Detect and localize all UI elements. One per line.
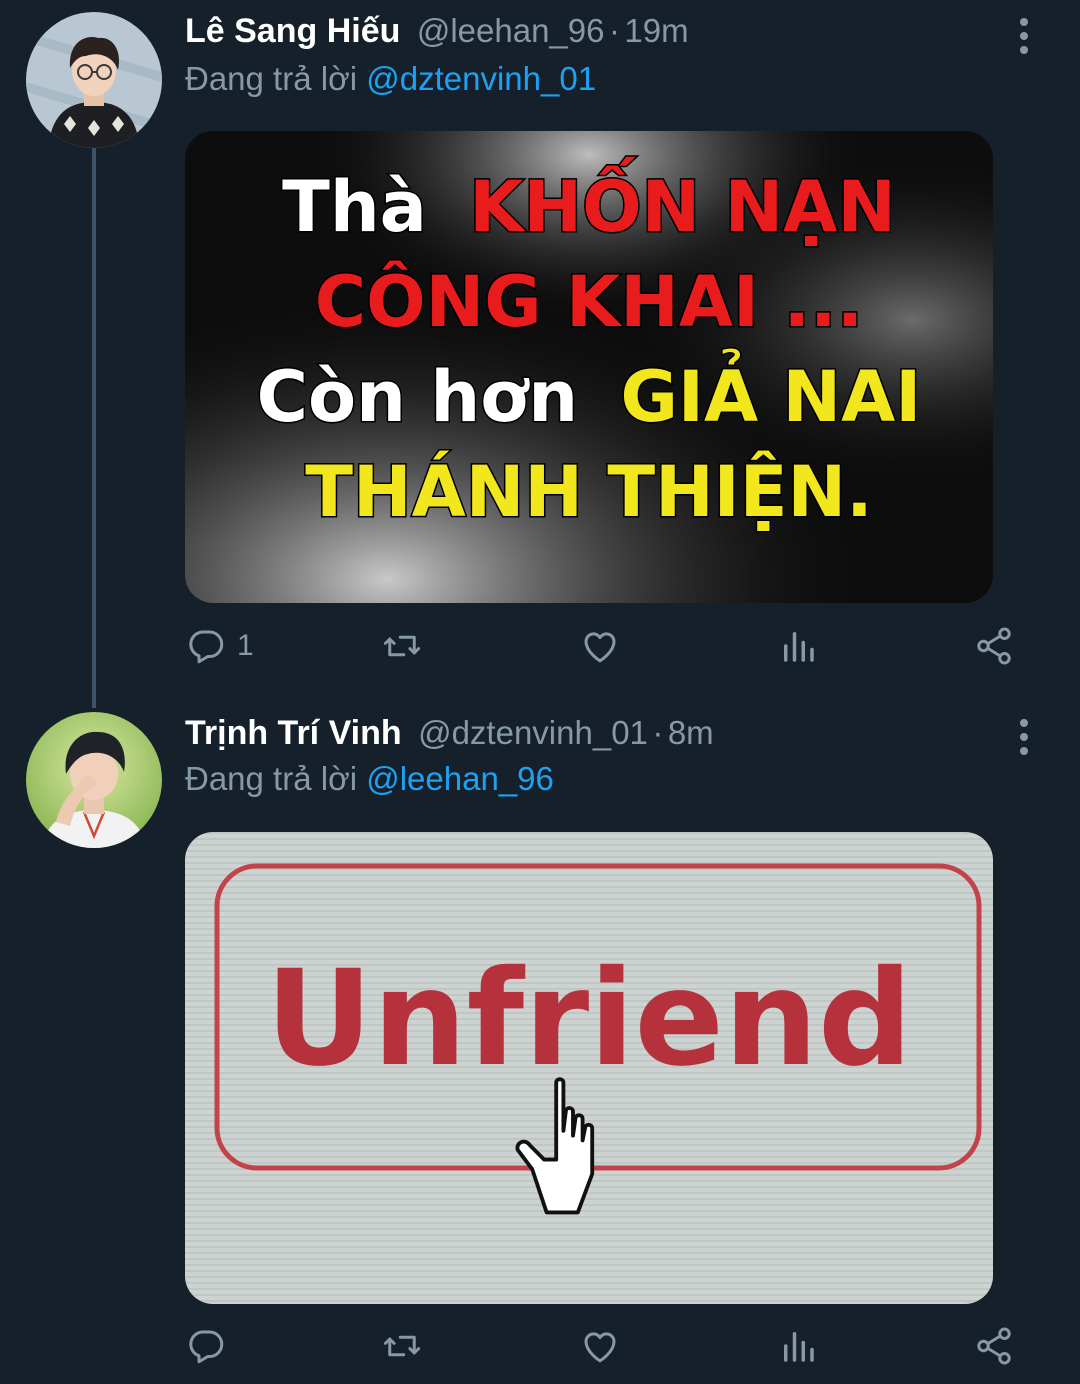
timestamp[interactable]: 8m bbox=[668, 714, 714, 751]
share-button[interactable] bbox=[973, 621, 1015, 671]
retweet-button[interactable] bbox=[381, 621, 423, 671]
replying-to: Đang trả lời @dztenvinh_01 bbox=[185, 60, 596, 98]
tweet-actions: 1 bbox=[185, 621, 1035, 671]
retweet-icon bbox=[383, 635, 421, 657]
analytics-button[interactable] bbox=[777, 621, 819, 671]
retweet-icon bbox=[383, 1335, 421, 1357]
share-icon bbox=[977, 1327, 1011, 1365]
like-icon bbox=[584, 632, 616, 663]
more-icon[interactable] bbox=[1004, 715, 1044, 759]
image-text-khon-nan: KHỐN NẠN bbox=[469, 157, 896, 248]
replying-to: Đang trả lời @leehan_96 bbox=[185, 760, 554, 798]
reply-count: 1 bbox=[237, 629, 254, 662]
image-text-thanh-thien: THÁNH THIỆN. bbox=[305, 450, 872, 533]
svg-text:Còn hơn GIẢ NAI: Còn hơn GIẢ NAI bbox=[257, 350, 922, 438]
image-text-tha: Thà bbox=[282, 166, 427, 248]
mention-link[interactable]: @dztenvinh_01 bbox=[366, 60, 596, 97]
timestamp[interactable]: 19m bbox=[624, 12, 688, 49]
reply-icon bbox=[189, 1330, 224, 1364]
tweet-actions bbox=[185, 1321, 1035, 1371]
like-icon bbox=[584, 1332, 616, 1363]
analytics-icon bbox=[784, 632, 814, 662]
replying-to-label: Đang trả lời bbox=[185, 60, 358, 97]
user-handle[interactable]: @dztenvinh_01 bbox=[418, 714, 648, 751]
display-name[interactable]: Trịnh Trí Vinh bbox=[185, 714, 402, 752]
image-text-cong-khai: CÔNG KHAI ... bbox=[315, 261, 863, 343]
replying-to-label: Đang trả lời bbox=[185, 760, 358, 797]
more-icon[interactable] bbox=[1004, 14, 1044, 58]
avatar[interactable] bbox=[26, 12, 162, 148]
separator: · bbox=[608, 12, 620, 49]
user-handle[interactable]: @leehan_96 bbox=[417, 12, 605, 49]
tweet-image[interactable]: Thà KHỐN NẠN CÔNG KHAI ... Còn hơn GIẢ N… bbox=[185, 131, 993, 603]
analytics-button[interactable] bbox=[777, 1321, 819, 1371]
separator: · bbox=[652, 714, 664, 751]
mention-link[interactable]: @leehan_96 bbox=[366, 760, 554, 797]
share-button[interactable] bbox=[973, 1321, 1015, 1371]
avatar[interactable] bbox=[26, 712, 162, 848]
like-button[interactable] bbox=[579, 621, 621, 671]
retweet-button[interactable] bbox=[381, 1321, 423, 1371]
share-icon bbox=[977, 627, 1011, 665]
thread-line bbox=[92, 148, 96, 708]
tweet-1[interactable]: Lê Sang Hiếu @leehan_96 · 19m Đang trả l… bbox=[0, 0, 1080, 708]
reply-button[interactable]: 1 bbox=[185, 621, 254, 671]
like-button[interactable] bbox=[579, 1321, 621, 1371]
tweet-2[interactable]: Trịnh Trí Vinh @dztenvinh_01 · 8m Đang t… bbox=[0, 700, 1080, 1384]
analytics-icon bbox=[784, 1332, 814, 1362]
image-text-con-hon: Còn hơn bbox=[257, 356, 578, 438]
image-text-gia-nai: GIẢ NAI bbox=[620, 350, 921, 438]
unfriend-label: Unfriend bbox=[266, 942, 913, 1096]
reply-button[interactable] bbox=[185, 1321, 227, 1371]
reply-icon bbox=[189, 630, 224, 664]
svg-text:Thà KHỐN NẠN: Thà KHỐN NẠN bbox=[282, 157, 896, 248]
display-name[interactable]: Lê Sang Hiếu bbox=[185, 12, 400, 50]
tweet-image[interactable]: Unfriend bbox=[185, 832, 993, 1304]
